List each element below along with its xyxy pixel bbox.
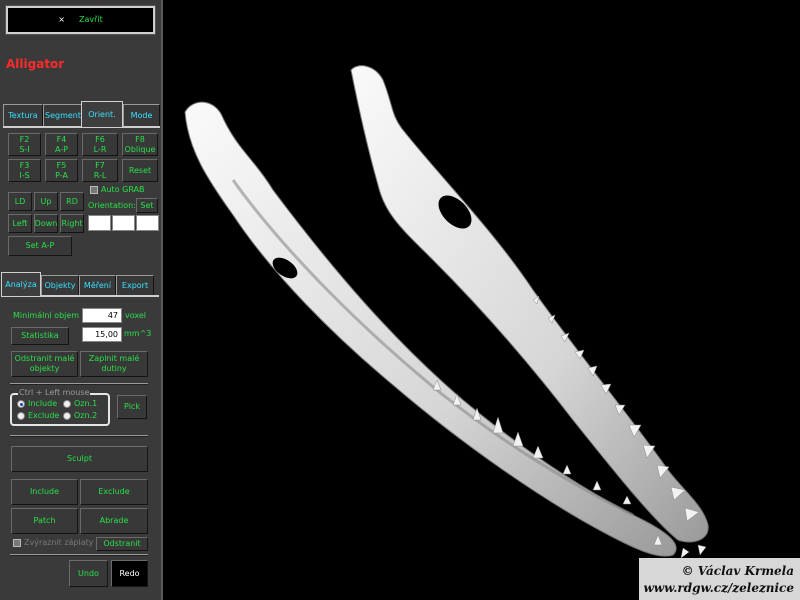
mm3-unit: mm^3 [124, 329, 152, 338]
exclude-radio-label: Exclude [28, 411, 60, 420]
left-button[interactable]: Left [8, 214, 32, 233]
highlight-patches-checkbox[interactable] [13, 539, 21, 547]
ld-button[interactable]: LD [8, 192, 32, 211]
mouse-mode-group [10, 393, 110, 426]
mm3-input[interactable]: 15,00 [82, 327, 122, 342]
separator [10, 383, 148, 384]
view-button-s-i[interactable]: F2 S-I [8, 133, 41, 156]
include-radio[interactable] [17, 400, 25, 408]
highlight-patches-label: Zvýraznit záplaty [24, 538, 94, 547]
view-button-a-p[interactable]: F4 A-P [45, 133, 78, 156]
auto-grab-checkbox[interactable] [90, 186, 98, 194]
pick-button[interactable]: Pick [117, 395, 147, 419]
tab-orient[interactable]: Orient. [81, 101, 123, 127]
control-panel: × Zavřít Alligator Textura Segment Orien… [0, 0, 163, 600]
redo-button[interactable]: Redo [111, 560, 148, 587]
min-volume-label: Minimální objem [13, 311, 80, 320]
tab-segment[interactable]: Segment [43, 104, 83, 126]
view-button-oblique[interactable]: F8 Oblique [122, 133, 158, 156]
ozn2-radio-label: Ozn.2 [74, 411, 98, 420]
view-button-p-a[interactable]: F5 P-A [45, 159, 78, 182]
separator [10, 435, 148, 436]
exclude-button[interactable]: Exclude [80, 479, 148, 505]
separator [10, 554, 148, 555]
sculpt-button[interactable]: Sculpt [11, 446, 148, 472]
ozn1-radio-label: Ozn.1 [74, 399, 98, 408]
view-button-l-r[interactable]: F6 L-R [82, 133, 118, 156]
reset-button[interactable]: Reset [122, 159, 158, 182]
view-button-r-l[interactable]: F7 R-L [82, 159, 118, 182]
patch-button[interactable]: Patch [11, 508, 78, 534]
tab-mode[interactable]: Mode [123, 104, 160, 126]
up-button[interactable]: Up [34, 192, 58, 211]
voxel-unit: voxel [125, 311, 147, 320]
statistics-button[interactable]: Statistika [11, 327, 69, 345]
auto-grab-label: Auto GRAB [101, 185, 145, 194]
tab-objekty[interactable]: Objekty [41, 275, 79, 295]
credit-author: © Václav Krmela [681, 564, 794, 578]
credit-watermark: © Václav Krmela www.rdgw.cz/zeleznice [639, 558, 800, 600]
rd-button[interactable]: RD [60, 192, 84, 211]
orientation-field-3[interactable] [136, 215, 159, 231]
undo-button[interactable]: Undo [69, 560, 108, 587]
tab-mereni[interactable]: Měření [79, 275, 116, 295]
include-button[interactable]: Include [11, 479, 78, 505]
exclude-radio[interactable] [17, 412, 25, 420]
tab-export[interactable]: Export [116, 275, 154, 295]
view-button-i-s[interactable]: F3 I-S [8, 159, 41, 182]
down-button[interactable]: Down [34, 214, 58, 233]
close-icon: × [58, 15, 65, 24]
fill-small-cavities-button[interactable]: Zaplnit malé dutiny [80, 351, 148, 377]
alligator-jaw-render [184, 65, 709, 559]
right-button[interactable]: Right [60, 214, 84, 233]
close-label: Zavřít [78, 15, 103, 24]
orientation-field-2[interactable] [112, 215, 135, 231]
credit-url: www.rdgw.cz/zeleznice [643, 581, 794, 595]
ozn1-radio[interactable] [63, 400, 71, 408]
abrade-button[interactable]: Abrade [80, 508, 148, 534]
orientation-label: Orientation: [88, 201, 136, 210]
app-title: Alligator [6, 57, 65, 71]
ozn2-radio[interactable] [63, 412, 71, 420]
remove-small-objects-button[interactable]: Odstranit malé objekty [11, 351, 78, 377]
set-orientation-button[interactable]: Set [136, 198, 158, 213]
include-radio-label: Include [28, 399, 58, 408]
close-button[interactable]: × Zavřít [5, 5, 156, 35]
tab-textura[interactable]: Textura [3, 104, 43, 126]
orientation-field-1[interactable] [88, 215, 111, 231]
min-volume-input[interactable]: 47 [82, 308, 122, 323]
remove-patches-button[interactable]: Odstranit [96, 537, 148, 551]
3d-viewport[interactable] [163, 0, 800, 600]
set-a-p-button[interactable]: Set A-P [8, 236, 72, 256]
mouse-mode-group-title: Ctrl + Left mouse [18, 388, 91, 397]
tab-analyza[interactable]: Analýza [1, 272, 41, 296]
